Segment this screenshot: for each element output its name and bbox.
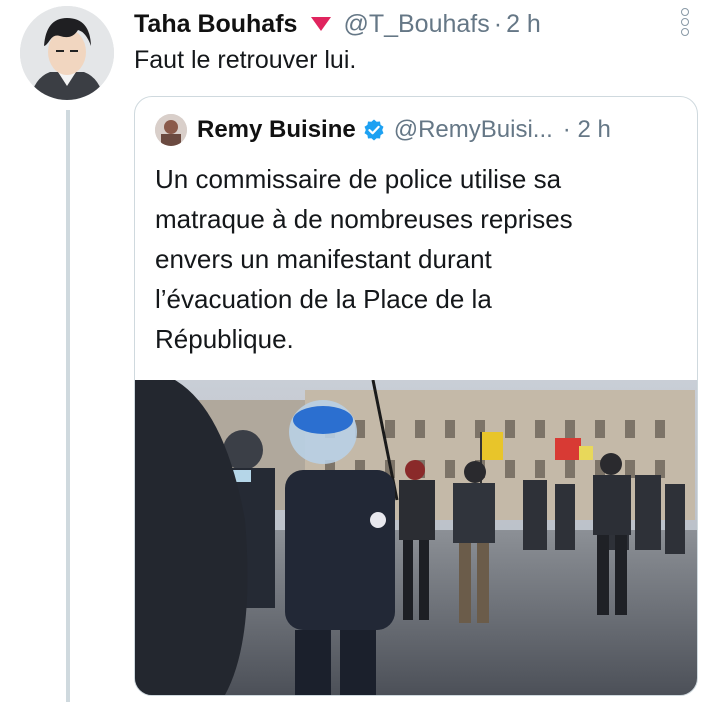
quoted-author-avatar [155,114,187,146]
red-down-triangle-icon [311,17,332,31]
quoted-tweet-card[interactable]: Remy Buisine @RemyBuisi... · 2 h Un comm… [134,96,698,696]
tweet-header: Taha Bouhafs @T_Bouhafs · 2 h [134,6,541,42]
media-video-thumbnail[interactable] [135,380,697,695]
text-line: matraque à de nombreuses reprises [155,204,573,234]
quoted-tweet-time: · 2 h [563,116,611,144]
author-handle[interactable]: @T_Bouhafs [343,10,489,39]
quoted-author-handle: @RemyBuisi... [393,116,553,143]
text-line: Un commissaire de police utilise sa [155,164,562,194]
time-value: 2 h [577,116,611,143]
separator-dot: · [493,9,503,38]
text-line: République. [155,324,294,354]
author-avatar[interactable] [20,6,114,100]
author-name[interactable]: Taha Bouhafs [134,10,297,39]
separator-dot: · [562,116,571,143]
more-options-icon[interactable] [678,8,692,36]
text-line: envers un manifestant durant [155,244,492,274]
verified-badge-icon [364,119,384,141]
thread-line [66,110,70,702]
text-line: l’évacuation de la Place de la [155,284,492,314]
quoted-tweet-header: Remy Buisine @RemyBuisi... · 2 h [155,113,611,147]
tweet-text: Faut le retrouver lui. [134,46,357,74]
quoted-author-name: Remy Buisine [197,116,356,143]
quoted-tweet-text: Un commissaire de police utilise sa matr… [155,159,675,359]
tweet-time[interactable]: 2 h [506,10,541,39]
